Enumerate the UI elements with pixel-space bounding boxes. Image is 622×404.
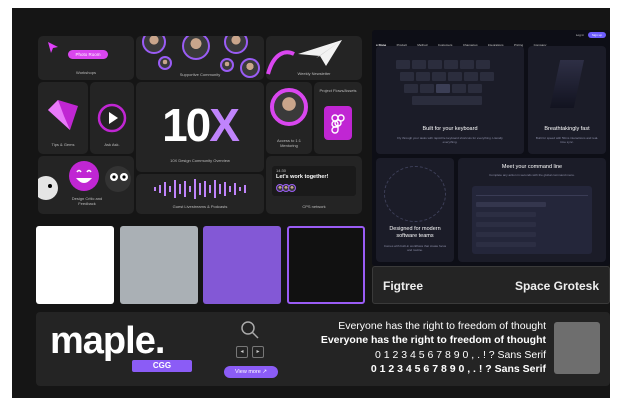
ask-caption: Ask Ask. [104, 142, 120, 147]
nav-signup-button[interactable]: Sign up [587, 32, 606, 38]
gem-icon [48, 100, 78, 130]
ten-x-headline: 10X [162, 99, 240, 151]
website-nav: ● Done Product Method Customers Changelo… [376, 32, 606, 47]
command-menu [472, 186, 592, 254]
fast-card: Breathtakingly fast Built for speed with… [528, 46, 606, 154]
moodboard: Photo Room Workshops Supportive Communit… [12, 8, 610, 398]
keyboard-sub: Fly through your tasks with rapid-fire k… [397, 136, 503, 145]
keyboard-card: Built for your keyboard Fly through your… [376, 46, 524, 154]
tile-10x: 10X 10X Design Community Overview [136, 82, 264, 172]
keyboard-graphic [396, 60, 504, 110]
arrow-left-icon[interactable]: ◂ [236, 346, 248, 358]
figma-icon [324, 106, 352, 140]
avatar [224, 36, 248, 54]
emoji-icon [38, 176, 58, 200]
tile-access: Access to 1:1 Mentoring [266, 82, 312, 154]
community-caption: Supportive Community [179, 72, 221, 77]
swatch-white [36, 226, 114, 304]
digits-bold: 0 1 2 3 4 5 6 7 8 9 0 , . ! ? Sans Serif [370, 363, 546, 375]
tile-ask: Ask Ask. [90, 82, 134, 154]
emoji-icon [69, 161, 99, 191]
guest-caption: Guest Livestreams & Podcasts [172, 204, 228, 209]
font-primary: Figtree [383, 279, 424, 293]
teams-sub: Comes with built-in workflows that creat… [383, 244, 447, 253]
arrow-right-icon[interactable]: ▸ [252, 346, 264, 358]
search-icon[interactable] [240, 320, 260, 340]
chat-time: 14:30 [276, 168, 287, 173]
fast-title: Breathtakingly fast [544, 126, 590, 132]
avatar [142, 36, 166, 54]
type-sample-bold: Everyone has the right to freedom of tho… [320, 334, 546, 346]
access-caption: Access to 1:1 Mentoring [276, 138, 301, 149]
gray-square [554, 322, 600, 374]
keyboard-title: Built for your keyboard [422, 126, 478, 132]
maple-logo: maple. [50, 320, 165, 362]
logo-badge: CGG [132, 360, 192, 372]
avatar [158, 56, 172, 70]
emoji-icon [105, 166, 131, 192]
paper-plane-icon [298, 40, 342, 66]
digits-regular: 0 1 2 3 4 5 6 7 8 9 0 , . ! ? Sans Serif [374, 349, 546, 361]
tile-community: Supportive Community [136, 36, 264, 80]
design-critic-caption: Design Critic and Feedback [71, 196, 103, 207]
tile-workshops: Photo Room Workshops [38, 36, 134, 80]
tile-design-critic: Design Critic and Feedback [38, 156, 134, 214]
avatar [288, 184, 296, 192]
avatar [182, 36, 210, 60]
teams-title: Designed for modern software teams [389, 226, 441, 240]
command-sub: Complete any action in seconds with the … [489, 173, 575, 177]
chat-message: Let's work together! [276, 174, 329, 180]
nav-login-link[interactable]: Log in [576, 33, 584, 37]
view-more-button[interactable]: View more ↗ [224, 366, 278, 378]
tile-newsletter: Weekly Newsletter [266, 36, 362, 80]
chat-caption: CPS network [302, 204, 326, 209]
figma-caption: Project Flows/Assets [319, 88, 357, 93]
tips-caption: Tips & Gems [51, 142, 75, 147]
newsletter-caption: Weekly Newsletter [297, 71, 331, 76]
tile-guest: Guest Livestreams & Podcasts [136, 174, 264, 214]
waveform-graphic [154, 179, 246, 199]
fast-sub: Built for speed with 50ms interactions a… [535, 136, 599, 145]
type-sample-regular: Everyone has the right to freedom of tho… [338, 320, 546, 332]
font-panel: Figtree Space Grotesk [372, 266, 610, 304]
website-mockup: ● Done Product Method Customers Changelo… [372, 30, 610, 266]
arrow-pointer-icon [48, 42, 58, 53]
brand-strip: maple. CGG ◂ ▸ View more ↗ Everyone has … [36, 312, 610, 386]
tile-figma: Project Flows/Assets [314, 82, 362, 154]
play-icon[interactable] [96, 102, 128, 134]
command-title: Meet your command line [501, 164, 563, 170]
tile-tips: Tips & Gems [38, 82, 88, 154]
swatch-black [287, 226, 365, 304]
photo-room-pill: Photo Room [68, 50, 108, 59]
speed-graphic [550, 60, 584, 108]
globe-graphic [384, 166, 446, 222]
font-secondary: Space Grotesk [514, 279, 599, 293]
mentor-avatar [270, 88, 308, 126]
avatar [220, 58, 234, 72]
workshops-caption: Workshops [76, 70, 96, 75]
swatch-gray [120, 226, 198, 304]
ten-x-caption: 10X Design Community Overview [170, 158, 230, 163]
command-card: Meet your command line Complete any acti… [458, 158, 606, 262]
swatch-purple [203, 226, 281, 304]
tile-chat: 14:30 Let's work together! CPS network [266, 156, 362, 214]
teams-card: Designed for modern software teams Comes… [376, 158, 454, 262]
